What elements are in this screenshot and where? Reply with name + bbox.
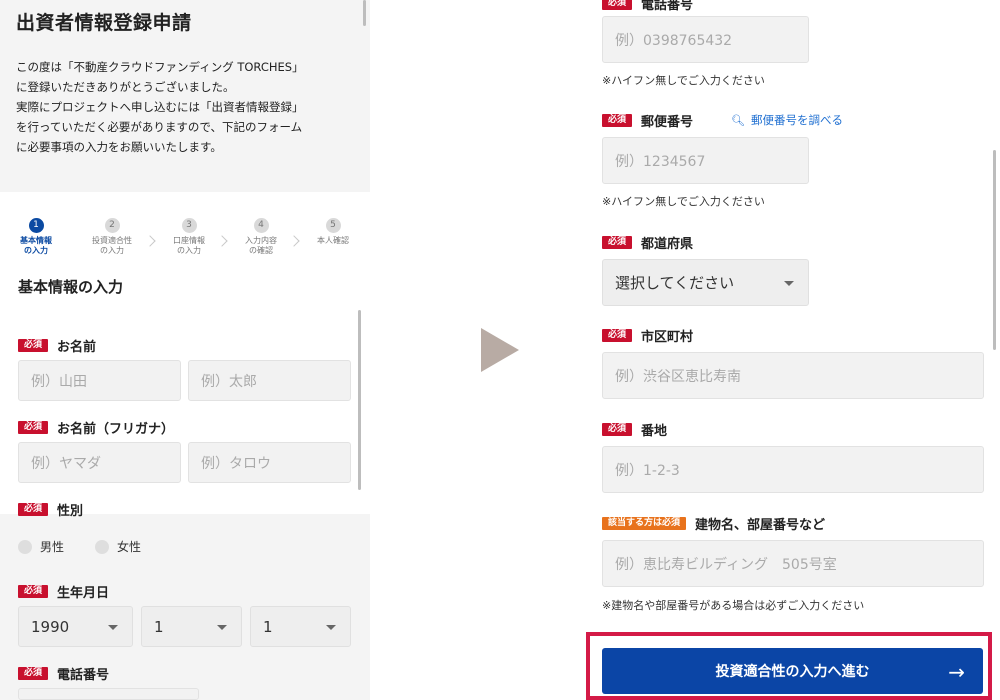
radio-icon — [18, 539, 32, 554]
street-input[interactable]: 例）1-2-3 — [602, 446, 984, 493]
birthdate-label: 必須 生年月日 — [18, 582, 109, 601]
next-screen-arrow-icon — [481, 328, 519, 372]
last-name-input[interactable]: 例）山田 — [18, 360, 181, 401]
first-name-kana-input[interactable]: 例）タロウ — [188, 442, 351, 483]
building-note: ※建物名や部屋番号がある場合は必ずご入力ください — [602, 599, 865, 612]
birth-day-select[interactable]: 1 — [250, 606, 351, 647]
required-badge: 必須 — [602, 423, 633, 436]
conditional-badge: 該当する方は必須 — [602, 517, 687, 530]
required-badge: 必須 — [18, 339, 49, 352]
caret-down-icon — [784, 280, 794, 286]
required-badge: 必須 — [602, 0, 633, 10]
section-title: 基本情報の入力 — [18, 278, 124, 296]
step-2: 2 投資適合性 の入力 — [92, 218, 132, 255]
gender-male-radio[interactable]: 男性 — [18, 538, 64, 555]
zip-lookup-link[interactable]: 🔍︎ 郵便番号を調べる — [731, 112, 843, 128]
zip-label: 必須 郵便番号 — [602, 111, 693, 130]
prefecture-label: 必須 都道府県 — [602, 233, 693, 252]
search-icon: 🔍︎ — [731, 113, 745, 127]
progress-steps: 1 基本情報 の入力 2 投資適合性 の入力 3 口座情報 の入力 4 入力内容 の確認… — [0, 212, 370, 262]
arrow-right-icon: → — [948, 660, 965, 684]
zip-note: ※ハイフン無しでご入力ください — [602, 195, 765, 208]
birth-month-select[interactable]: 1 — [141, 606, 242, 647]
phone-input[interactable]: 例）0398765432 — [602, 16, 809, 63]
city-input[interactable]: 例）渋谷区恵比寿南 — [602, 352, 984, 399]
kana-label: 必須 お名前（フリガナ） — [18, 418, 174, 437]
page-title: 出資者情報登録申請 — [16, 12, 192, 34]
intro-block: 出資者情報登録申請 この度は「不動産クラウドファンディング TORCHES」 に… — [0, 0, 370, 192]
prefecture-select[interactable]: 選択してください — [602, 259, 809, 306]
caret-down-icon — [217, 624, 227, 630]
last-name-kana-input[interactable]: 例）ヤマダ — [18, 442, 181, 483]
street-label: 必須 番地 — [602, 420, 667, 439]
radio-icon — [95, 539, 109, 554]
required-badge: 必須 — [18, 667, 49, 680]
city-label: 必須 市区町村 — [602, 326, 693, 345]
intro-text: この度は「不動産クラウドファンディング TORCHES」 に登録いただきありがと… — [16, 60, 304, 154]
caret-down-icon — [108, 624, 118, 630]
gender-female-radio[interactable]: 女性 — [95, 538, 141, 555]
required-badge: 必須 — [602, 329, 633, 342]
first-name-input[interactable]: 例）太郎 — [188, 360, 351, 401]
building-input[interactable]: 例）恵比寿ビルディング 505号室 — [602, 540, 984, 587]
phone-note: ※ハイフン無しでご入力ください — [602, 74, 765, 87]
phone-label: 必須 電話番号 — [18, 664, 109, 683]
required-badge: 必須 — [18, 421, 49, 434]
scrollbar-top[interactable] — [363, 0, 366, 26]
required-badge: 必須 — [602, 236, 633, 249]
required-badge: 必須 — [18, 585, 49, 598]
required-badge: 必須 — [602, 114, 633, 127]
zip-input[interactable]: 例）1234567 — [602, 137, 809, 184]
required-badge: 必須 — [18, 503, 49, 516]
phone-label-top: 必須 電話番号 — [602, 0, 693, 13]
scrollbar-right[interactable] — [993, 150, 996, 350]
birth-year-select[interactable]: 1990 — [18, 606, 133, 647]
step-5: 5 本人確認 — [317, 218, 349, 245]
scrollbar-form[interactable] — [358, 310, 361, 490]
name-label: 必須 お名前 — [18, 336, 96, 355]
caret-down-icon — [326, 624, 336, 630]
step-3: 3 口座情報 の入力 — [173, 218, 205, 255]
step-1: 1 基本情報 の入力 — [20, 218, 52, 255]
building-label: 該当する方は必須 建物名、部屋番号など — [602, 514, 825, 533]
phone-input-partial[interactable] — [18, 688, 199, 700]
proceed-to-suitability-button[interactable]: 投資適合性の入力へ進む → — [602, 648, 983, 694]
left-form-panel: 出資者情報登録申請 この度は「不動産クラウドファンディング TORCHES」 に… — [0, 0, 370, 700]
gender-label: 必須 性別 — [18, 500, 83, 519]
step-4: 4 入力内容 の確認 — [245, 218, 277, 255]
right-form-panel — [585, 0, 1000, 700]
